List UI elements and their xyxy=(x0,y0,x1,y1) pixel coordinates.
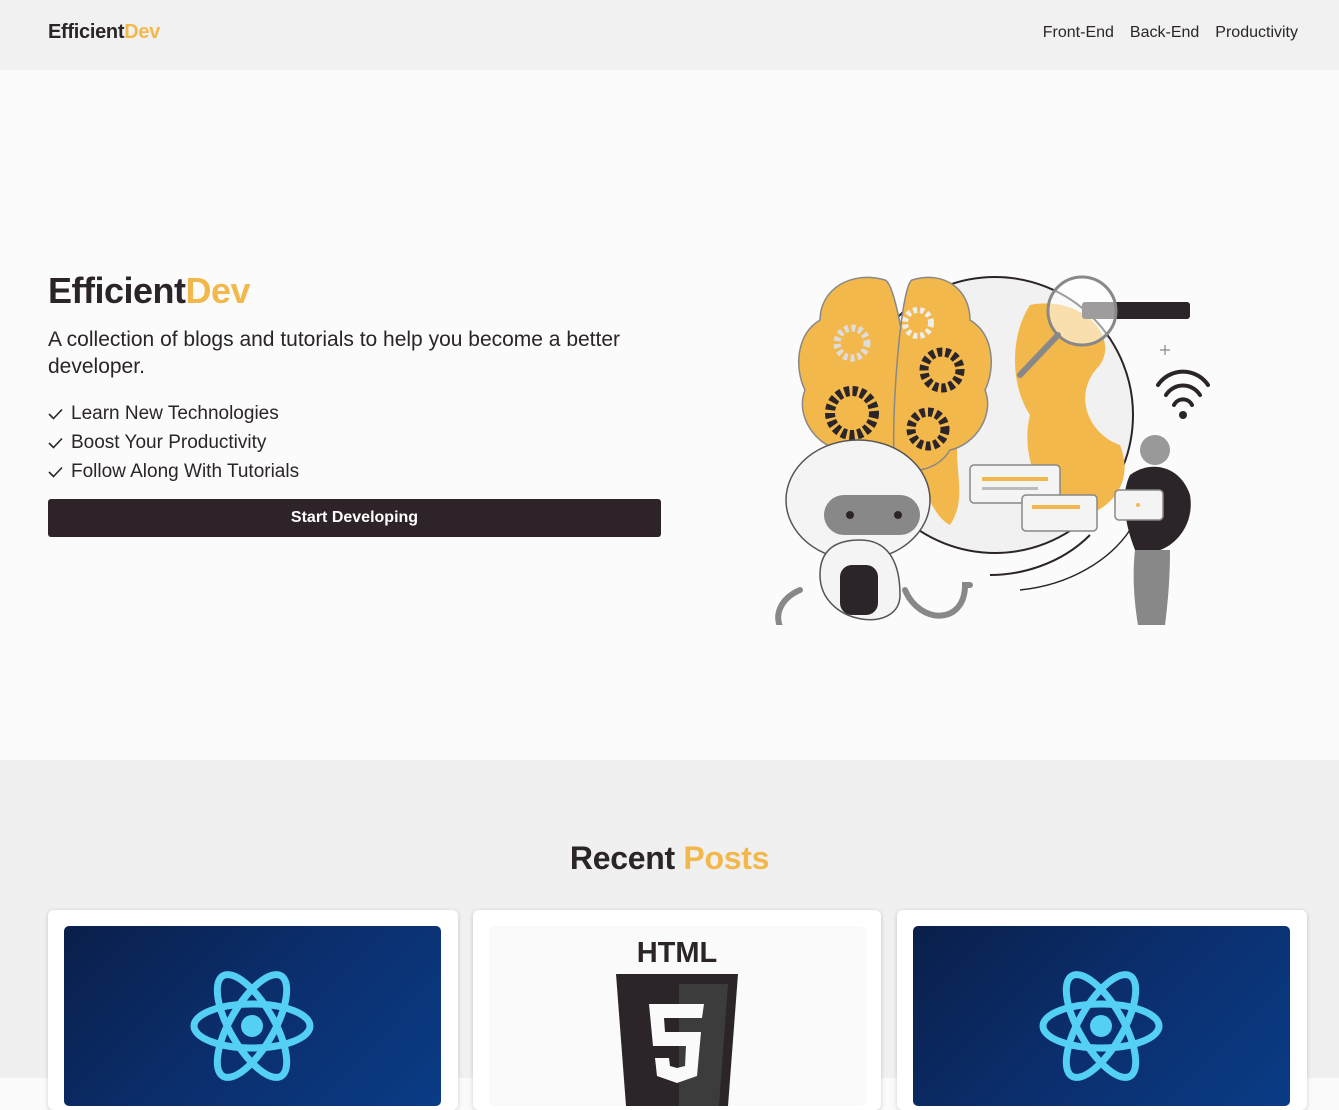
hero-section: EfficientDev A collection of blogs and t… xyxy=(0,70,1339,760)
brand-part1: Efficient xyxy=(48,21,125,43)
html5-logo-icon: HTML xyxy=(616,937,738,1106)
recent-posts-title: Recent Posts xyxy=(0,840,1339,877)
feature-list: Learn New Technologies Boost Your Produc… xyxy=(48,399,299,486)
feature-item: Follow Along With Tutorials xyxy=(48,457,299,486)
checkmark-icon xyxy=(48,466,63,478)
feature-label: Learn New Technologies xyxy=(71,402,279,424)
post-thumbnail[interactable]: HTML xyxy=(489,926,866,1106)
nav-link-productivity[interactable]: Productivity xyxy=(1215,24,1298,42)
hero-title-part1: Efficient xyxy=(48,270,186,311)
checkmark-icon xyxy=(48,408,63,420)
checkmark-icon xyxy=(48,437,63,449)
brand-part2: Dev xyxy=(124,21,160,43)
hero-illustration xyxy=(775,275,1210,625)
post-card[interactable] xyxy=(48,910,458,1110)
recent-title-part2: Posts xyxy=(683,840,770,876)
react-logo-icon xyxy=(1039,971,1163,1081)
nav-links: Front-End Back-End Productivity xyxy=(1043,24,1298,42)
react-logo-icon xyxy=(190,971,314,1081)
start-developing-button[interactable]: Start Developing xyxy=(48,499,661,537)
html-logo-text: HTML xyxy=(637,937,718,969)
post-thumbnail[interactable] xyxy=(913,926,1290,1106)
nav-link-front-end[interactable]: Front-End xyxy=(1043,24,1114,42)
hero-tagline: A collection of blogs and tutorials to h… xyxy=(48,328,621,378)
brand-logo[interactable]: EfficientDev xyxy=(48,21,160,44)
post-card[interactable] xyxy=(897,910,1307,1110)
nav-link-back-end[interactable]: Back-End xyxy=(1130,24,1199,42)
hero-title: EfficientDev xyxy=(48,270,251,312)
feature-item: Boost Your Productivity xyxy=(48,428,299,457)
feature-item: Learn New Technologies xyxy=(48,399,299,428)
hero-title-part2: Dev xyxy=(185,270,251,311)
recent-posts-section: Recent Posts HTML xyxy=(0,760,1339,1110)
navbar: EfficientDev Front-End Back-End Producti… xyxy=(0,0,1339,70)
post-thumbnail[interactable] xyxy=(64,926,441,1106)
feature-label: Follow Along With Tutorials xyxy=(71,460,300,482)
recent-title-part1: Recent xyxy=(569,840,675,876)
post-card[interactable]: HTML xyxy=(473,910,881,1110)
feature-label: Boost Your Productivity xyxy=(71,431,267,453)
